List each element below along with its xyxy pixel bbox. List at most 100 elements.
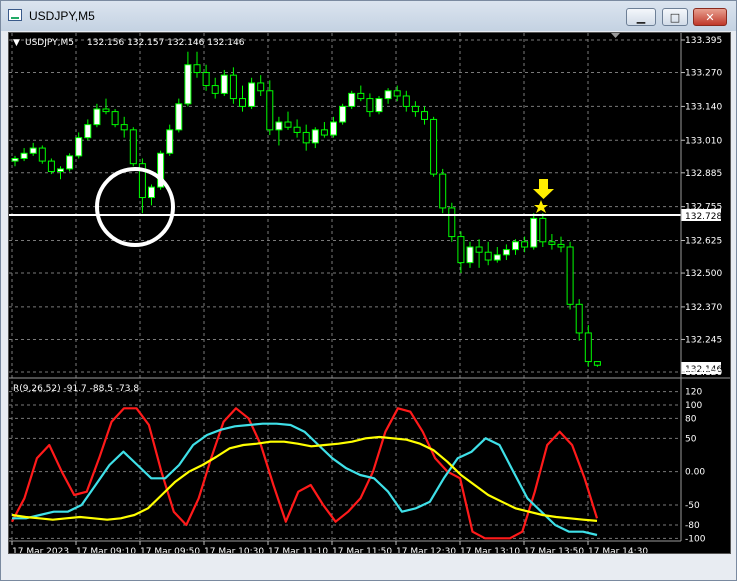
time-tick-label: 17 Mar 13:50 (524, 547, 584, 553)
window-title: USDJPY,M5 (29, 9, 95, 23)
annotation-star-icon[interactable] (534, 200, 548, 213)
candle-body (202, 72, 210, 87)
candle-body (275, 121, 283, 131)
candle-body (448, 207, 456, 238)
status-bar (8, 556, 731, 578)
oscillator-tick-label: 100 (685, 401, 702, 411)
candle-body (493, 254, 501, 261)
oscillator-tick-label: 80 (685, 414, 697, 424)
candle-body (211, 85, 219, 94)
candle-body (93, 108, 101, 126)
oscillator-tick-label: 0.00 (685, 468, 705, 478)
candle-body (593, 361, 601, 366)
candle-body (184, 64, 192, 105)
candle-body (366, 98, 374, 113)
candle-body (284, 121, 292, 128)
minimize-icon: ▁ (636, 11, 646, 24)
candle-body (293, 126, 301, 133)
price-tick-label: 132.120 (685, 368, 722, 378)
candle-body (439, 173, 447, 209)
close-button[interactable]: ✕ (693, 8, 727, 26)
candle-body (248, 82, 256, 107)
price-tick-label: 133.270 (685, 69, 722, 79)
candle-body (84, 124, 92, 139)
candle-body (11, 157, 19, 162)
candle-body (120, 124, 128, 131)
chart-shift-marker-icon[interactable] (611, 33, 620, 38)
candle-body (539, 217, 547, 243)
candle-body (466, 246, 474, 264)
candle-body (484, 251, 492, 261)
time-tick-label: 17 Mar 13:10 (460, 547, 520, 553)
time-tick-label: 17 Mar 11:10 (268, 547, 328, 553)
candle-body (239, 98, 246, 107)
price-tick-label: 132.245 (685, 335, 722, 345)
oscillator-tick-label: -50 (685, 501, 700, 511)
maximize-icon: □ (669, 11, 681, 24)
candle-body (129, 129, 137, 165)
candle-body (339, 105, 347, 123)
candle-body (575, 303, 583, 334)
candle-body (548, 241, 556, 245)
candle-body (175, 103, 183, 131)
candle-body (430, 118, 438, 175)
candle-body (411, 105, 419, 113)
candle-body (393, 90, 401, 97)
time-tick-label: 17 Mar 12:30 (396, 547, 456, 553)
candle-body (384, 90, 392, 100)
time-tick-label: 17 Mar 11:50 (332, 547, 392, 553)
price-tick-label: 132.755 (685, 203, 722, 213)
time-tick-label: 17 Mar 14:30 (588, 547, 648, 553)
candle-body (402, 95, 410, 107)
annotation-down-arrow-icon[interactable] (533, 179, 554, 199)
window-titlebar[interactable]: USDJPY,M5 ▁ □ ✕ (1, 1, 736, 31)
candle-body (111, 111, 119, 126)
candle-body (20, 152, 28, 159)
candle-body (502, 249, 510, 256)
hline-price-text: 132.728 (685, 212, 722, 222)
candlestick-series (11, 51, 601, 367)
candle-body (220, 74, 228, 94)
time-tick-label: 17 Mar 09:10 (76, 547, 136, 553)
price-tick-label: 133.010 (685, 136, 722, 146)
candle-body (320, 129, 328, 136)
candle-body (375, 98, 383, 113)
candle-body (102, 108, 110, 113)
candle-body (29, 147, 37, 154)
candle-body (348, 92, 356, 107)
chart-menu-icon[interactable]: ▼ (13, 38, 20, 48)
price-tick-label: 133.140 (685, 102, 722, 112)
candle-body (266, 90, 274, 131)
candle-body (512, 241, 519, 251)
candle-body (566, 246, 574, 305)
candle-body (193, 64, 201, 74)
app-window: USDJPY,M5 ▁ □ ✕ 132.728 132.146 133.395 1… (0, 0, 737, 581)
oscillator-scale: 120 100 80 50 0.00 -50 -80 -100 (685, 388, 706, 545)
candle-body (521, 241, 529, 248)
price-chart-svg[interactable]: 132.728 132.146 133.395133.270133.140133… (9, 33, 730, 557)
minimize-button[interactable]: ▁ (626, 8, 656, 26)
close-icon: ✕ (705, 11, 715, 24)
price-tick-label: 132.370 (685, 303, 722, 313)
time-tick-label: 17 Mar 09:50 (140, 547, 200, 553)
candle-body (475, 246, 483, 253)
candle-body (330, 121, 337, 136)
candle-body (148, 186, 155, 199)
price-tick-label: 132.500 (685, 269, 722, 279)
candle-body (66, 155, 74, 170)
candle-body (38, 147, 46, 162)
candle-body (357, 92, 365, 100)
candle-body (75, 137, 83, 157)
candle-body (229, 74, 237, 100)
maximize-button[interactable]: □ (662, 8, 688, 26)
candle-body (57, 168, 64, 172)
candle-body (302, 131, 310, 144)
chart-area[interactable]: 132.728 132.146 133.395 133.270 133.140 133… (8, 32, 731, 557)
oscillator-title: R(9,26,52) -91.7 -88.5 -73.8 (13, 384, 139, 394)
time-tick-label: 17 Mar 2023 (12, 547, 69, 553)
price-tick-label: 133.395 (685, 36, 722, 46)
oscillator-tick-label: 50 (685, 434, 697, 444)
oscillator-lines (11, 407, 599, 540)
price-scale: 133.395 133.270 133.140 133.010 132.885 132.7… (681, 36, 722, 378)
candle-body (530, 217, 538, 248)
